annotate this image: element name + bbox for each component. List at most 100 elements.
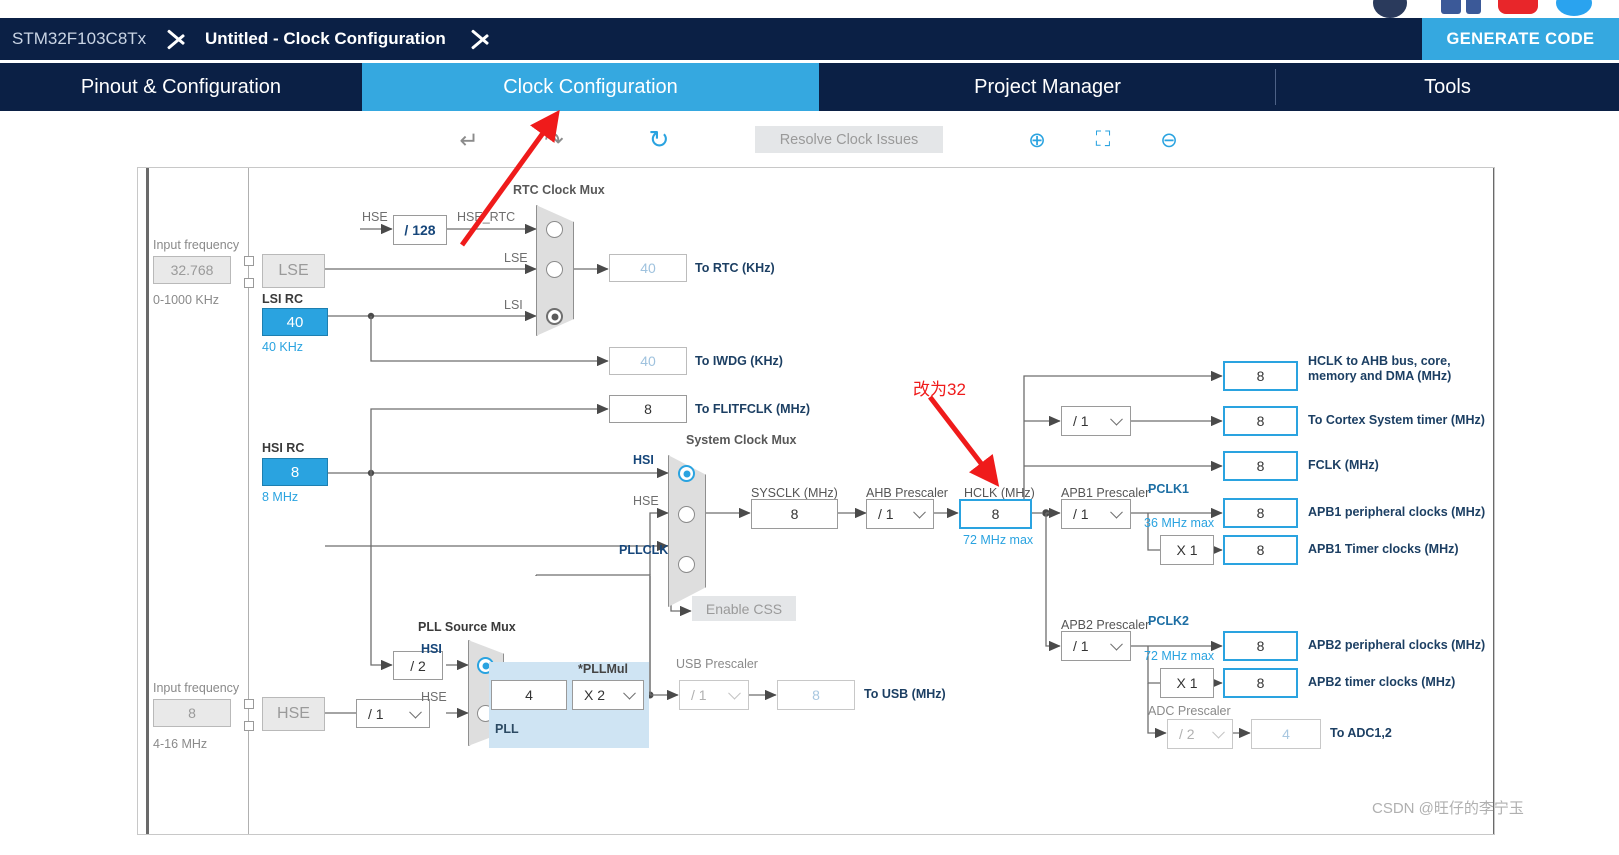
hse-osc-pin-out [244, 721, 254, 731]
tab-tools[interactable]: Tools [1276, 63, 1619, 111]
chevron-down-icon [1110, 637, 1123, 651]
csdn-watermark: CSDN @旺仔的李宁玉 [1372, 800, 1524, 817]
hse-source-box[interactable]: HSE [262, 697, 325, 731]
pclk2-label: PCLK2 [1148, 614, 1189, 628]
pllmul-select[interactable]: X 2 [572, 680, 644, 710]
output-apb2-peripheral-value[interactable]: 8 [1223, 631, 1298, 661]
facebook-icon[interactable] [1441, 0, 1461, 14]
to-rtc-value[interactable]: 40 [609, 254, 687, 282]
system-mux-option-hse[interactable] [678, 506, 695, 523]
hse-rtc-signal-label: HSE_RTC [457, 210, 516, 224]
rtc-mux-lse-label: LSE [504, 251, 528, 265]
sysclk-value[interactable]: 8 [751, 499, 838, 529]
to-iwdg-value[interactable]: 40 [609, 347, 687, 375]
linkedin-icon[interactable] [1466, 0, 1481, 14]
chevron-down-icon [1110, 505, 1123, 519]
undo-arrow-icon[interactable]: ↵ [455, 125, 483, 155]
system-mux-pllclk-label: PLLCLK [619, 543, 669, 557]
tab-clock-configuration[interactable]: Clock Configuration [362, 63, 819, 111]
hse-input-frequency-field[interactable]: 8 [153, 699, 231, 727]
twitter-icon[interactable] [1556, 0, 1592, 16]
rtc-mux-option-lse[interactable] [546, 261, 563, 278]
zoom-in-icon[interactable]: ⊕ [1024, 125, 1050, 155]
resolve-clock-issues-button[interactable]: Resolve Clock Issues [755, 126, 943, 153]
hse-pll-divider-select[interactable]: / 1 [356, 699, 430, 728]
youtube-icon[interactable] [1498, 0, 1538, 14]
st-logo-icon [1373, 0, 1407, 18]
lse-input-frequency-caption: Input frequency [153, 238, 240, 252]
fit-to-screen-icon[interactable]: ⛶ [1090, 125, 1116, 155]
lse-source-box[interactable]: LSE [262, 254, 325, 288]
apb2-prescaler-select[interactable]: / 1 [1061, 631, 1131, 661]
output-apb1-peripheral-value[interactable]: 8 [1223, 498, 1298, 528]
lsi-rc-title: LSI RC [262, 292, 303, 306]
hse-div128-box[interactable]: / 128 [393, 215, 447, 245]
output-fclk-value[interactable]: 8 [1223, 451, 1298, 481]
apb1-timer-multiplier[interactable]: X 1 [1160, 535, 1214, 565]
redo-arrow-icon[interactable]: ↷ [540, 125, 568, 155]
adc-prescaler-select[interactable]: / 2 [1167, 719, 1233, 749]
enable-css-button[interactable]: Enable CSS [692, 596, 796, 621]
sysclk-label: SYSCLK (MHz) [751, 486, 838, 500]
apb1-prescaler-label: APB1 Prescaler [1061, 486, 1150, 500]
lsi-rc-unit: 40 KHz [262, 340, 303, 354]
generate-code-button[interactable]: GENERATE CODE [1422, 18, 1619, 60]
clock-tree-canvas[interactable]: Input frequency 32.768 0-1000 KHz LSE LS… [137, 167, 1495, 835]
lse-input-frequency-field[interactable]: 32.768 [153, 256, 231, 284]
canvas-left-rail [146, 168, 149, 834]
apb1-prescaler-select[interactable]: / 1 [1061, 499, 1131, 529]
hse-input-range: 4-16 MHz [153, 737, 208, 751]
apb2-timer-multiplier[interactable]: X 1 [1160, 668, 1214, 698]
tab-project-manager[interactable]: Project Manager [819, 63, 1276, 111]
chevron-down-icon [1212, 725, 1225, 739]
apb1-prescaler-value: / 1 [1073, 506, 1089, 522]
chevron-down-icon [913, 505, 926, 519]
breadcrumb-device[interactable]: STM32F103C8Tx [12, 18, 146, 60]
hclk-max-label: 72 MHz max [963, 533, 1034, 547]
to-usb-value[interactable]: 8 [777, 680, 855, 710]
pll-source-hsi-label: HSI [421, 642, 442, 656]
usb-prescaler-select[interactable]: / 1 [679, 680, 749, 710]
main-tabbar: Pinout & Configuration Clock Configurati… [0, 63, 1619, 111]
output-cortex-timer-value[interactable]: 8 [1223, 406, 1298, 436]
output-hclk-ahb-value[interactable]: 8 [1223, 361, 1298, 391]
hsi-rc-title: HSI RC [262, 441, 305, 455]
hse-osc-pin-in [244, 699, 254, 709]
output-cortex-timer-label: To Cortex System timer (MHz) [1308, 413, 1485, 427]
rtc-mux-option-lsi[interactable] [546, 308, 563, 325]
output-fclk-label: FCLK (MHz) [1308, 458, 1379, 472]
output-apb1-timer-value[interactable]: 8 [1223, 535, 1298, 565]
lse-osc-pin-in [244, 256, 254, 266]
hse-div128-input-label: HSE [362, 210, 388, 224]
to-adc-label: To ADC1,2 [1330, 726, 1392, 740]
system-mux-option-pllclk[interactable] [678, 556, 695, 573]
pclk1-label: PCLK1 [1148, 482, 1189, 496]
output-apb2-timer-label: APB2 timer clocks (MHz) [1308, 675, 1456, 689]
pllmul-label: *PLLMul [578, 662, 628, 676]
cortex-prescaler-select[interactable]: / 1 [1061, 406, 1131, 436]
to-flitfclk-label: To FLITFCLK (MHz) [695, 402, 811, 416]
canvas-right-rail [1493, 168, 1494, 834]
lse-input-range: 0-1000 KHz [153, 293, 220, 307]
hsi-rc-value[interactable]: 8 [262, 458, 328, 486]
lsi-rc-value[interactable]: 40 [262, 308, 328, 336]
pll-input-value[interactable]: 4 [491, 680, 567, 710]
hclk-value-field[interactable]: 8 [959, 499, 1032, 529]
chevron-down-icon [623, 686, 636, 700]
apb1-max-label: 36 MHz max [1144, 516, 1215, 530]
ahb-prescaler-select[interactable]: / 1 [866, 499, 934, 529]
output-apb2-timer-value[interactable]: 8 [1223, 668, 1298, 698]
output-hclk-ahb-label: HCLK to AHB bus, core, memory and DMA (M… [1308, 354, 1452, 383]
zoom-out-icon[interactable]: ⊖ [1156, 125, 1182, 155]
to-iwdg-label: To IWDG (KHz) [695, 354, 783, 368]
system-mux-option-hsi[interactable] [678, 465, 695, 482]
tab-pinout-configuration[interactable]: Pinout & Configuration [0, 63, 362, 111]
lse-osc-pin-out [244, 278, 254, 288]
to-flitfclk-value[interactable]: 8 [609, 395, 687, 423]
reset-circular-arrow-icon[interactable]: ↻ [645, 125, 673, 155]
rtc-mux-option-hse-rtc[interactable] [546, 221, 563, 238]
to-adc-value[interactable]: 4 [1251, 719, 1321, 749]
usb-prescaler-value: / 1 [691, 687, 707, 703]
stm32cubemx-window: STM32F103C8Tx Untitled - Clock Configura… [0, 0, 1619, 855]
breadcrumb-project[interactable]: Untitled - Clock Configuration [205, 18, 446, 60]
